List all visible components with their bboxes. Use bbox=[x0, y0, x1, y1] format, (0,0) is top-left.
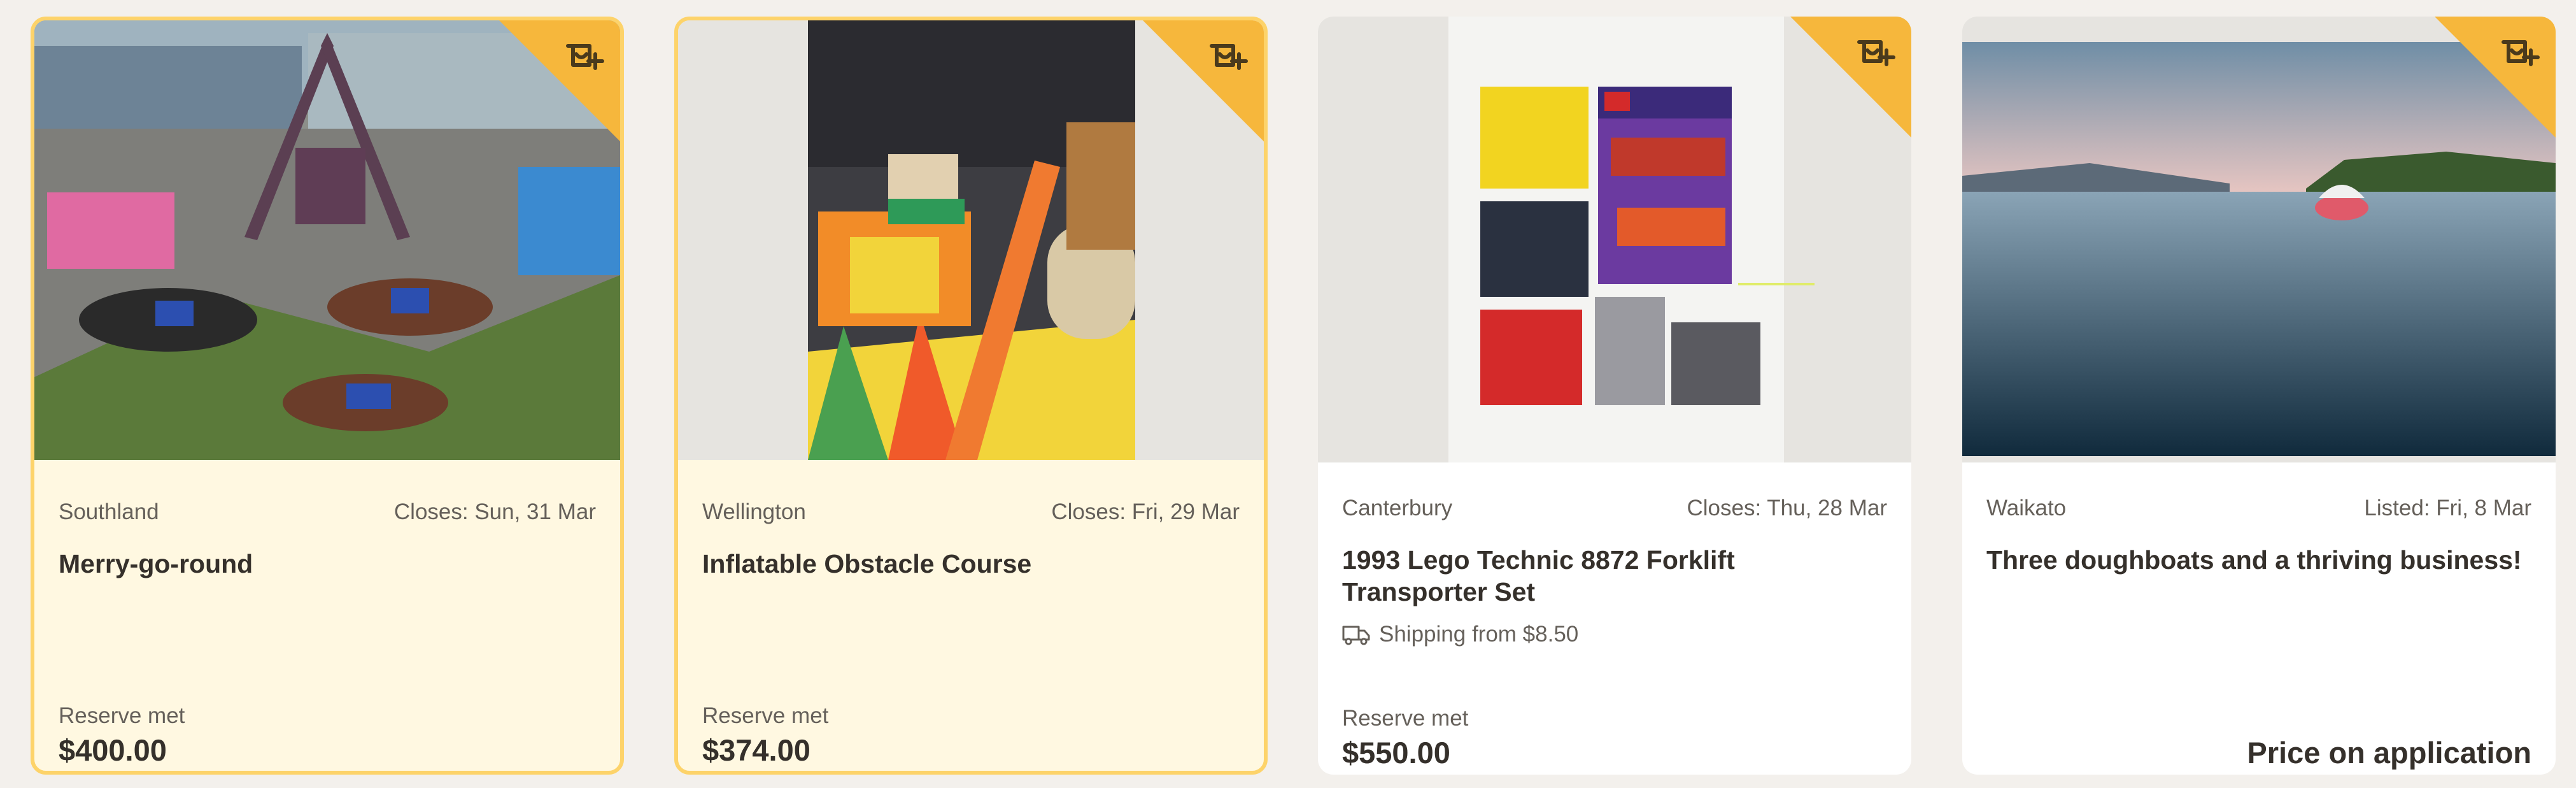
listing-price: $400.00 bbox=[59, 733, 167, 767]
listing-title[interactable]: Merry-go-round bbox=[59, 548, 600, 580]
reserve-status: Reserve met bbox=[1342, 706, 1469, 731]
listing-title[interactable]: Three doughboats and a thriving business… bbox=[1986, 544, 2528, 576]
shipping-info: Shipping from $8.50 bbox=[1342, 622, 1578, 647]
add-to-watchlist-icon bbox=[499, 20, 620, 141]
listing-price: $550.00 bbox=[1342, 736, 1450, 770]
listing-card-doughboats[interactable]: Waikato Listed: Fri, 8 Mar Three doughbo… bbox=[1962, 17, 2556, 775]
listing-price: $374.00 bbox=[702, 733, 810, 767]
shipping-label: Shipping from $8.50 bbox=[1379, 622, 1579, 647]
listing-title[interactable]: 1993 Lego Technic 8872 Forklift Transpor… bbox=[1342, 544, 1883, 608]
listing-close-date: Closes: Fri, 29 Mar bbox=[1051, 499, 1240, 524]
listing-close-date: Closes: Sun, 31 Mar bbox=[393, 499, 596, 524]
watchlist-button[interactable] bbox=[499, 20, 620, 141]
listing-location: Waikato bbox=[1986, 496, 2067, 520]
listing-location: Canterbury bbox=[1342, 496, 1453, 520]
listing-location: Southland bbox=[59, 499, 159, 524]
add-to-watchlist-icon bbox=[1143, 20, 1264, 141]
watchlist-button[interactable] bbox=[1143, 20, 1264, 141]
truck-icon bbox=[1342, 626, 1370, 645]
listing-close-date: Closes: Thu, 28 Mar bbox=[1687, 496, 1888, 520]
reserve-status: Reserve met bbox=[59, 703, 185, 728]
listing-card-merry-go-round[interactable]: Southland Closes: Sun, 31 Mar Merry-go-r… bbox=[31, 17, 624, 775]
listing-card-lego-technic[interactable]: Canterbury Closes: Thu, 28 Mar 1993 Lego… bbox=[1318, 17, 1911, 775]
listing-card-inflatable-obstacle-course[interactable]: Wellington Closes: Fri, 29 Mar Inflatabl… bbox=[674, 17, 1268, 775]
add-to-watchlist-icon bbox=[2435, 17, 2556, 138]
listing-title[interactable]: Inflatable Obstacle Course bbox=[702, 548, 1243, 580]
watchlist-button[interactable] bbox=[2435, 17, 2556, 138]
reserve-status: Reserve met bbox=[702, 703, 829, 728]
add-to-watchlist-icon bbox=[1790, 17, 1911, 138]
listing-location: Wellington bbox=[702, 499, 806, 524]
price-on-application: Price on application bbox=[2247, 736, 2531, 770]
watchlist-button[interactable] bbox=[1790, 17, 1911, 138]
listing-listed-date: Listed: Fri, 8 Mar bbox=[2364, 496, 2531, 520]
